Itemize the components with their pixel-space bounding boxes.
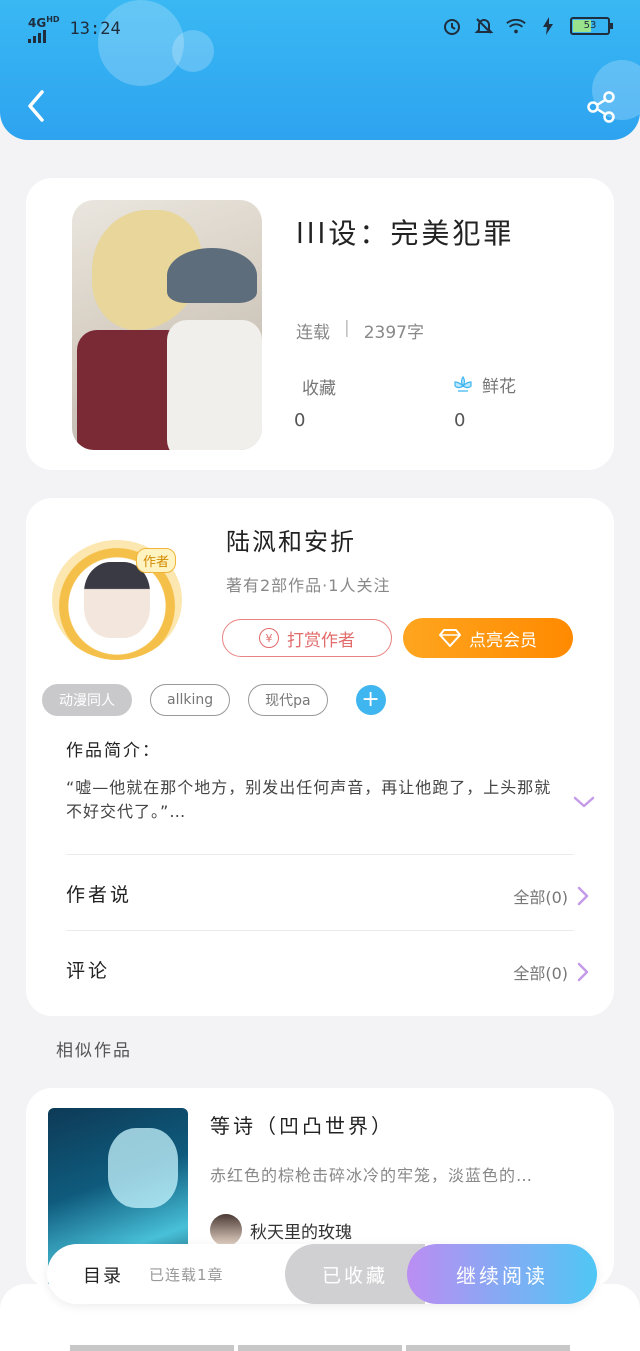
vip-label: 点亮会员 [469, 630, 537, 651]
similar-work-desc: 赤红色的棕枪击碎冰冷的牢笼，淡蓝色的… [210, 1166, 534, 1185]
clock: 13:24 [69, 18, 121, 39]
signal-icon [28, 29, 60, 43]
wifi-icon [506, 16, 526, 36]
flower-label: 鲜花 [482, 377, 516, 397]
work-status: 连载 [296, 323, 330, 343]
work-info-card: lll设：完美犯罪 连载 | 2397字 收藏 0 鲜花 0 [26, 178, 614, 470]
similar-work-author[interactable]: 秋天里的玫瑰 [210, 1214, 352, 1246]
chevron-down-icon [573, 796, 595, 808]
similar-work-title[interactable]: 等诗（凹凸世界） [210, 1110, 394, 1139]
toc-status: 已连载1章 [149, 1266, 224, 1284]
collect-count: 0 [294, 410, 306, 431]
comments-count: 全部(0) [513, 964, 568, 983]
network-indicator: 4GHD [28, 14, 60, 43]
battery-indicator: 53 [570, 17, 613, 35]
divider [66, 854, 574, 855]
top-header: 4GHD 13:24 53 [0, 0, 640, 140]
similar-author-avatar [210, 1214, 242, 1246]
network-label: 4G [28, 16, 47, 30]
status-bar: 4GHD 13:24 53 [0, 0, 640, 56]
author-name[interactable]: 陆沨和安折 [226, 522, 356, 557]
flower-count: 0 [454, 410, 466, 431]
similar-author-name: 秋天里的玫瑰 [250, 1222, 352, 1243]
tag-item[interactable]: allking [150, 684, 231, 716]
chevron-right-icon [577, 962, 589, 982]
tag-item[interactable]: 现代pa [248, 684, 328, 716]
intro-label: 作品简介： [66, 741, 161, 761]
chevron-right-icon [577, 886, 589, 906]
bottom-action-bar: 目录 已连载1章 已收藏 继续阅读 [47, 1244, 597, 1304]
expand-intro-button[interactable] [572, 790, 596, 814]
alarm-icon [442, 16, 462, 36]
bottom-divider-lines [70, 1345, 570, 1351]
share-icon [587, 91, 615, 123]
work-title: lll设：完美犯罪 [296, 217, 515, 250]
back-button[interactable] [22, 88, 52, 124]
collect-label: 收藏 [302, 379, 336, 399]
intro-text: “嘘—他就在那个地方，别发出任何声音，再让他跑了，上头那就不好交代了。”… [66, 778, 552, 821]
tag-item[interactable]: 动漫同人 [42, 684, 132, 716]
add-tag-button[interactable]: + [355, 685, 386, 715]
author-meta: 著有2部作品·1人关注 [226, 576, 391, 595]
author-badge: 作者 [135, 548, 176, 573]
author-card: 作者 陆沨和安折 著有2部作品·1人关注 ¥ 打赏作者 点亮会员 动漫同人 al… [26, 498, 614, 1016]
work-word-count: 2397字 [363, 323, 424, 343]
work-cover[interactable] [72, 200, 262, 450]
battery-level: 53 [583, 20, 597, 31]
yen-icon: ¥ [259, 628, 279, 648]
comments-label[interactable]: 评论 [66, 956, 110, 983]
author-says-link[interactable]: 全部(0) [513, 884, 590, 908]
tip-author-button[interactable]: ¥ 打赏作者 [222, 619, 392, 657]
diamond-icon [439, 629, 461, 647]
tip-author-label: 打赏作者 [287, 630, 355, 651]
similar-works-heading: 相似作品 [56, 1041, 132, 1061]
work-meta: 连载 | 2397字 [296, 318, 424, 343]
author-says-count: 全部(0) [513, 888, 568, 907]
tag-list: 动漫同人 allking 现代pa + [42, 684, 386, 716]
continue-reading-button[interactable]: 继续阅读 [407, 1244, 597, 1304]
network-sup: HD [46, 15, 60, 24]
author-says-label[interactable]: 作者说 [66, 880, 132, 907]
vip-button[interactable]: 点亮会员 [403, 618, 573, 658]
favorited-button[interactable]: 已收藏 [285, 1244, 425, 1304]
flower-icon [454, 375, 472, 392]
flower-stat[interactable]: 鲜花 [452, 372, 516, 397]
charge-icon [538, 16, 558, 36]
comments-link[interactable]: 全部(0) [513, 960, 590, 984]
toc-button[interactable]: 目录 [83, 1262, 123, 1288]
share-button[interactable] [584, 90, 618, 124]
author-avatar[interactable]: 作者 [52, 540, 182, 660]
mute-icon [474, 16, 494, 36]
divider [66, 930, 574, 931]
